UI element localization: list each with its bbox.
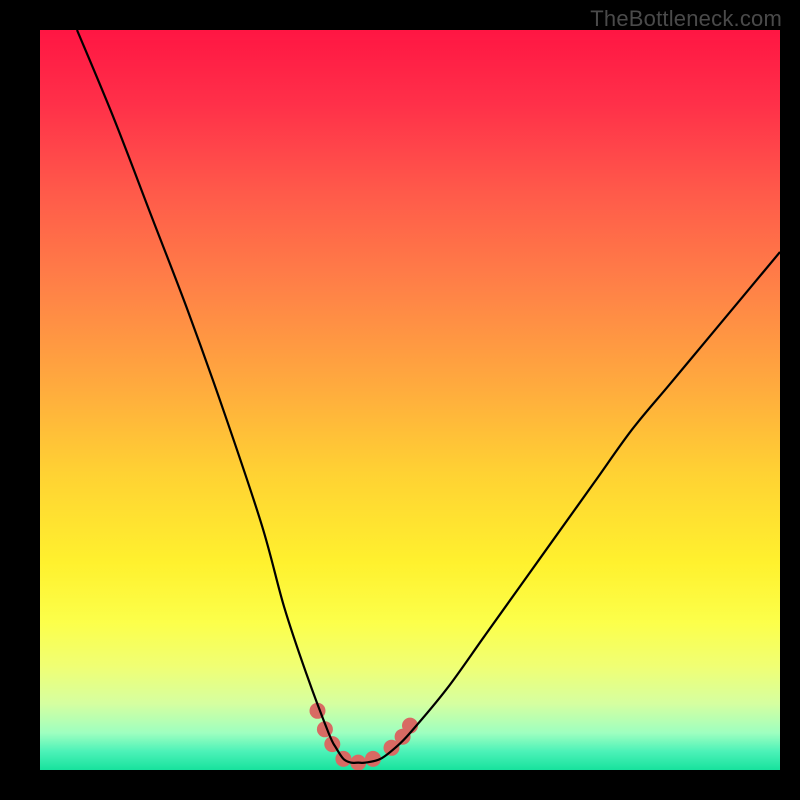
chart-svg xyxy=(40,30,780,770)
plot-area xyxy=(40,30,780,770)
valley-highlight xyxy=(310,703,419,770)
bottleneck-curve xyxy=(77,30,780,763)
watermark-text: TheBottleneck.com xyxy=(590,6,782,32)
chart-frame: TheBottleneck.com xyxy=(0,0,800,800)
